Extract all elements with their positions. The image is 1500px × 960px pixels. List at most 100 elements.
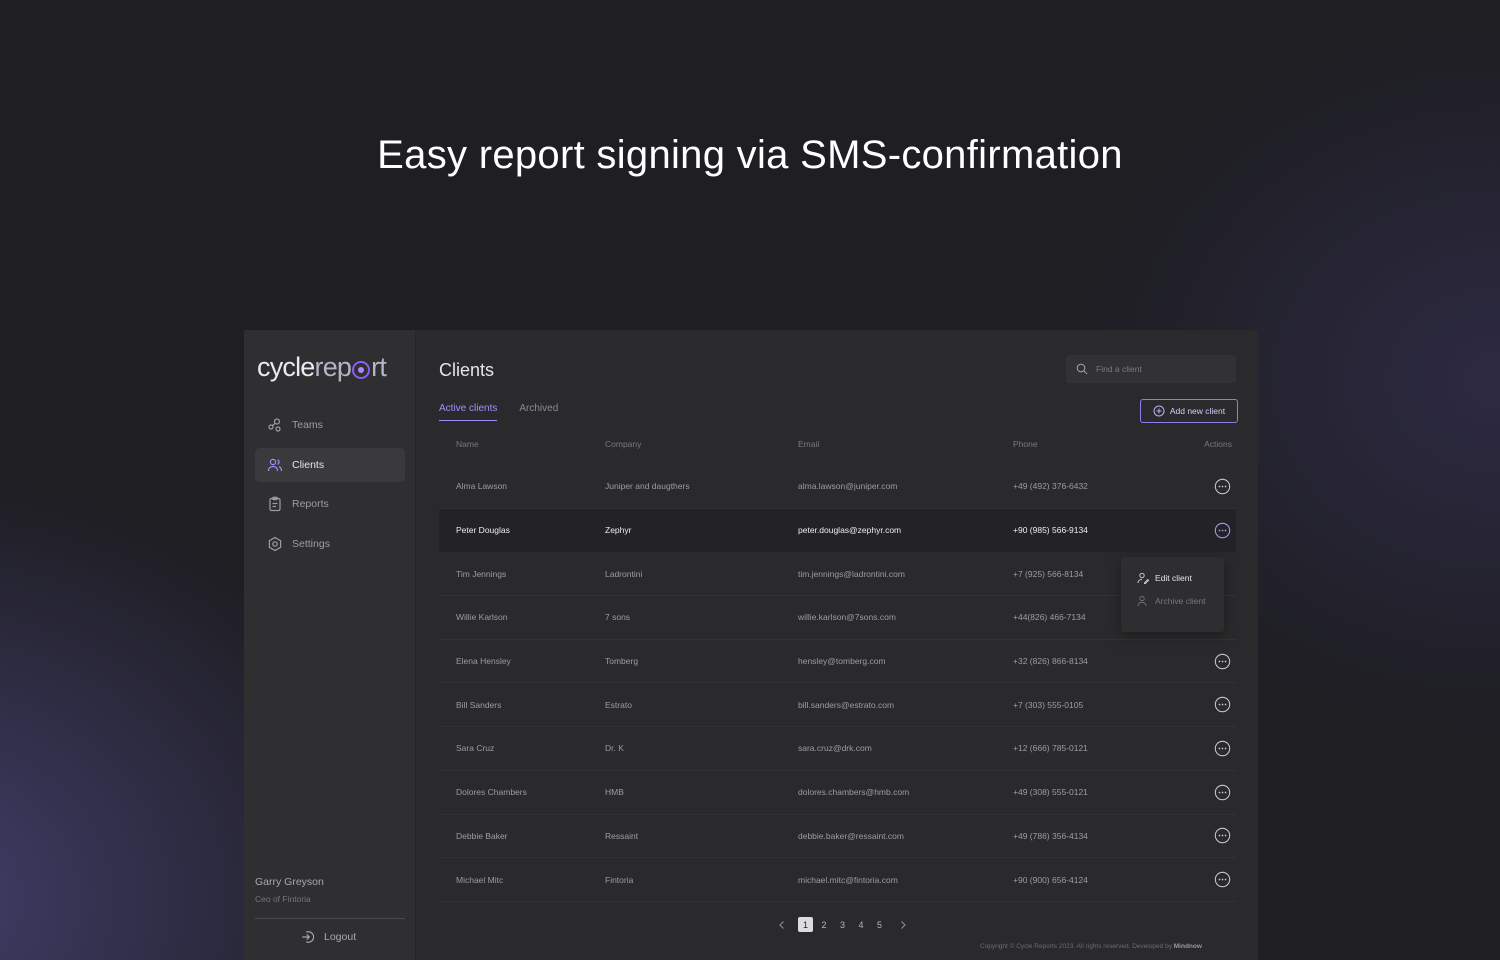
table-row[interactable]: Michael Mitc Fintoria michael.mitc@fintori…	[439, 858, 1236, 902]
table-row[interactable]: Sara Cruz Dr. K sara.cruz@drk.com +12 (666)…	[439, 727, 1236, 771]
menu-item-archive-client[interactable]: Archive client	[1137, 586, 1224, 615]
page-button-5[interactable]: 5	[872, 917, 887, 932]
more-actions-icon[interactable]	[1214, 784, 1231, 801]
cell-email: alma.lawson@juniper.com	[798, 481, 898, 492]
cell-phone: +49 (308) 555-0121	[1013, 787, 1088, 798]
table-row[interactable]: Elena Hensley Tomberg hensley@tomberg.com +…	[439, 640, 1236, 684]
column-header-email[interactable]: Email	[798, 439, 1013, 449]
cell-phone: +12 (666) 785-0121	[1013, 743, 1088, 754]
cell-name: Bill Sanders	[456, 699, 502, 710]
logo-text-cycle: cycle	[257, 352, 315, 382]
cell-company: HMB	[605, 787, 624, 798]
cell-company: Tomberg	[605, 656, 639, 667]
sidebar-item-label: Reports	[292, 498, 329, 510]
table-row[interactable]: Tim Jennings Ladrontini tim.jennings@ladro…	[439, 552, 1236, 597]
cell-phone: +49 (492) 376-6432	[1013, 481, 1088, 492]
reports-icon	[269, 496, 281, 512]
page-button-4[interactable]: 4	[854, 917, 869, 932]
cell-phone: +7 (303) 555-0105	[1013, 699, 1084, 710]
column-header-name[interactable]: Name	[439, 439, 605, 449]
clients-table: Name Company Email Phone Actions Alma La…	[439, 436, 1236, 902]
search-input[interactable]	[1096, 364, 1226, 374]
main-content: Clients Active clients Archived Add new …	[416, 330, 1258, 960]
column-header-phone[interactable]: Phone	[1013, 439, 1178, 449]
logo: cyclerep rt	[257, 352, 387, 383]
page-title: Clients	[439, 360, 495, 380]
table-row[interactable]: Peter Douglas Zephyr peter.douglas@zephyr.…	[439, 508, 1236, 553]
sidebar-item-label: Clients	[292, 458, 325, 471]
chevron-left-icon	[778, 920, 784, 929]
sidebar-item-teams[interactable]: Teams	[255, 408, 405, 442]
more-actions-icon[interactable]	[1214, 696, 1231, 713]
cell-company: Fintoria	[605, 874, 634, 885]
sidebar-item-settings[interactable]: Settings	[255, 527, 405, 561]
row-context-menu: Edit client Archive client	[1121, 557, 1224, 632]
sidebar-item-reports[interactable]: Reports	[255, 487, 405, 521]
add-client-button[interactable]: Add new client	[1140, 399, 1238, 423]
menu-item-label: Archive client	[1155, 595, 1206, 606]
cell-actions	[1178, 827, 1236, 844]
table-row[interactable]: Debbie Baker Ressaint debbie.baker@ressain…	[439, 815, 1236, 859]
more-actions-icon[interactable]	[1214, 871, 1231, 888]
table-row[interactable]: Bill Sanders Estrato bill.sanders@estrato.…	[439, 683, 1236, 728]
cell-name: Sara Cruz	[456, 743, 495, 754]
cell-actions	[1178, 522, 1236, 539]
sidebar-item-clients[interactable]: Clients	[255, 447, 405, 482]
cell-name: Michael Mitc	[456, 874, 504, 885]
cell-email: michael.mitc@fintoria.com	[798, 874, 898, 885]
user-archive-icon	[1137, 595, 1147, 606]
table-row[interactable]: Alma Lawson Juniper and daugthers alma.law…	[439, 465, 1236, 509]
footer-developer-link[interactable]: Mindnow	[1174, 943, 1202, 950]
cell-company: 7 sons	[605, 612, 631, 623]
sidebar-nav: Teams Clients Reports Settings	[255, 408, 405, 566]
cell-email: willie.karlson@7sons.com	[798, 612, 896, 623]
search-box	[1066, 355, 1236, 383]
more-actions-icon[interactable]	[1214, 740, 1231, 757]
cell-company: Zephyr	[605, 525, 632, 536]
menu-item-label: Edit client	[1155, 572, 1192, 583]
teams-icon	[268, 418, 281, 432]
cell-phone: +49 (786) 356-4134	[1013, 830, 1088, 841]
cell-company: Ressaint	[605, 830, 639, 841]
more-actions-icon[interactable]	[1214, 478, 1231, 495]
cell-company: Juniper and daugthers	[605, 481, 690, 492]
pagination: 1 2 3 4 5	[774, 917, 914, 932]
table-body: Alma Lawson Juniper and daugthers alma.law…	[439, 465, 1236, 902]
more-actions-icon[interactable]	[1214, 653, 1231, 670]
tab-archived[interactable]: Archived	[519, 403, 558, 421]
more-actions-icon[interactable]	[1214, 827, 1231, 844]
cell-name: Dolores Chambers	[456, 787, 527, 798]
column-header-company[interactable]: Company	[605, 439, 798, 449]
logo-ring-icon	[352, 361, 371, 379]
logo-text-rep: rep	[314, 352, 352, 382]
cell-actions	[1178, 478, 1236, 495]
cell-company: Ladrontini	[605, 568, 643, 579]
sidebar-item-label: Settings	[292, 537, 330, 550]
cell-actions	[1178, 696, 1236, 713]
cell-name: Willie Karlson	[456, 612, 508, 623]
table-row[interactable]: Willie Karlson 7 sons willie.karlson@7sons…	[439, 596, 1236, 640]
table-row[interactable]: Dolores Chambers HMB dolores.chambers@hmb.…	[439, 771, 1236, 815]
page-button-3[interactable]: 3	[835, 917, 850, 932]
page-button-1[interactable]: 1	[798, 917, 813, 932]
tabs: Active clients Archived	[439, 403, 580, 421]
cell-actions	[1178, 653, 1236, 670]
hero-title: Easy report signing via SMS-confirmation	[377, 133, 1123, 177]
search-icon	[1076, 363, 1088, 375]
cell-phone: +90 (900) 656-4124	[1013, 874, 1088, 885]
settings-icon	[268, 536, 282, 551]
next-page-button[interactable]	[896, 917, 911, 932]
cell-email: dolores.chambers@hmb.com	[798, 787, 910, 798]
user-edit-icon	[1137, 572, 1149, 584]
table-header: Name Company Email Phone Actions	[439, 436, 1236, 452]
prev-page-button[interactable]	[774, 917, 789, 932]
column-header-actions: Actions	[1204, 439, 1232, 449]
logo-text-rt: rt	[371, 352, 387, 382]
logout-button[interactable]: Logout	[301, 930, 356, 944]
tab-active-clients[interactable]: Active clients	[439, 403, 498, 421]
chevron-right-icon	[901, 920, 906, 929]
more-actions-icon[interactable]	[1214, 522, 1231, 539]
page-button-2[interactable]: 2	[817, 917, 832, 932]
cell-email: peter.douglas@zephyr.com	[798, 525, 902, 536]
plus-circle-icon	[1153, 405, 1165, 417]
